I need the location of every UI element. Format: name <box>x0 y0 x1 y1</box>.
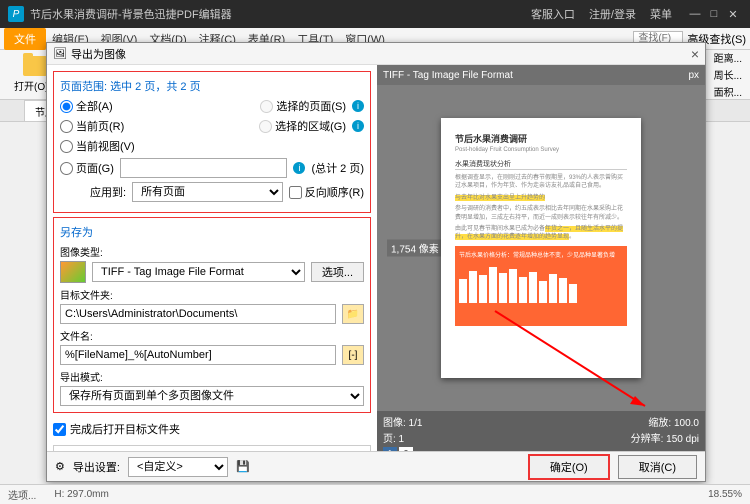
info-icon[interactable]: i <box>352 100 364 112</box>
format-icon <box>60 261 86 283</box>
options-link[interactable]: 选项... <box>8 487 36 502</box>
dialog-footer: ⚙ 导出设置: <自定义> 💾 确定(O) 取消(C) <box>47 451 705 481</box>
info-icon[interactable]: i <box>293 162 305 174</box>
reverse-checkbox[interactable]: 反向顺序(R) <box>289 184 364 200</box>
app-icon: P <box>8 6 24 22</box>
radio-all[interactable]: 全部(A) <box>60 98 113 114</box>
folder-input[interactable] <box>60 304 336 324</box>
format-select[interactable]: TIFF - Tag Image File Format <box>92 262 305 282</box>
export-mode-select[interactable]: 保存所有页面到单个多页图像文件 <box>60 386 364 406</box>
preview-area: 1,240 像素 1,754 像素 节后水果消费调研 Post-holiday … <box>377 85 705 411</box>
radio-current-view[interactable]: 当前视图(V) <box>60 138 135 154</box>
titlebar: P 节后水果消费调研-背景色迅捷PDF编辑器 客服入口 注册/登录 菜单 — □… <box>0 0 750 28</box>
window-title: 节后水果消费调研-背景色迅捷PDF编辑器 <box>30 6 531 22</box>
maximize-icon[interactable]: □ <box>705 8 723 21</box>
apply-to-select[interactable]: 所有页面 <box>132 182 283 202</box>
preview-header: TIFF - Tag Image File Format px <box>377 65 705 85</box>
close-icon[interactable]: ✕ <box>724 8 742 21</box>
page-range-group: 页面范围: 选中 2 页，共 2 页 全部(A) 选择的页面(S) i 当前页(… <box>53 71 371 213</box>
open-after-checkbox[interactable]: 完成后打开目标文件夹 <box>53 421 371 437</box>
image-icon: 🖼 <box>53 47 67 60</box>
height-label: 1,754 像素 <box>387 240 443 257</box>
login-link[interactable]: 注册/登录 <box>589 6 636 22</box>
tool-perimeter[interactable]: 周长... <box>714 67 742 82</box>
service-link[interactable]: 客服入口 <box>531 6 575 22</box>
preview-panel: TIFF - Tag Image File Format px 1,240 像素… <box>377 65 705 451</box>
save-as-group: 另存为 图像类型: TIFF - Tag Image File Format 选… <box>53 217 371 413</box>
ok-button[interactable]: 确定(O) <box>528 454 610 480</box>
export-dialog: 🖼 导出为图像 × 页面范围: 选中 2 页，共 2 页 全部(A) 选择的页面… <box>46 42 706 482</box>
dialog-close-icon[interactable]: × <box>691 46 699 62</box>
export-settings-select[interactable]: <自定义> <box>128 457 228 477</box>
cancel-button[interactable]: 取消(C) <box>618 455 697 479</box>
settings-panel: 页面范围: 选中 2 页，共 2 页 全部(A) 选择的页面(S) i 当前页(… <box>47 65 377 451</box>
dialog-titlebar: 🖼 导出为图像 × <box>47 43 705 65</box>
browse-folder-icon[interactable]: 📁 <box>342 304 364 324</box>
gear-icon[interactable]: ⚙ <box>55 460 65 473</box>
status-bar: 选项... H: 297.0mm 18.55% <box>0 484 750 504</box>
save-as-title: 另存为 <box>60 224 364 240</box>
macro-icon[interactable]: [-] <box>342 345 364 365</box>
preview-footer: 图像: 1/1缩放: 100.0 页: 1分辨率: 150 dpi 1 2 <box>377 411 705 451</box>
file-menu[interactable]: 文件 <box>4 28 46 50</box>
page-range-title: 页面范围: 选中 2 页，共 2 页 <box>60 78 364 94</box>
radio-selected-pages[interactable]: 选择的页面(S) <box>260 98 346 114</box>
radio-selected-area[interactable]: 选择的区域(G) <box>259 118 346 134</box>
folder-icon <box>23 56 47 76</box>
menu-link[interactable]: 菜单 <box>650 6 672 22</box>
tool-distance[interactable]: 距离... <box>714 50 742 65</box>
radio-current[interactable]: 当前页(R) <box>60 118 124 134</box>
filename-input[interactable] <box>60 345 336 365</box>
radio-pages[interactable]: 页面(G) <box>60 160 114 176</box>
info-icon[interactable]: i <box>352 120 364 132</box>
minimize-icon[interactable]: — <box>686 8 704 21</box>
options-button[interactable]: 选项... <box>311 262 364 282</box>
pages-input[interactable] <box>120 158 288 178</box>
tool-area[interactable]: 面积... <box>714 84 742 99</box>
save-settings-icon[interactable]: 💾 <box>236 460 250 473</box>
preview-page: 节后水果消费调研 Post-holiday Fruit Consumption … <box>441 118 641 378</box>
